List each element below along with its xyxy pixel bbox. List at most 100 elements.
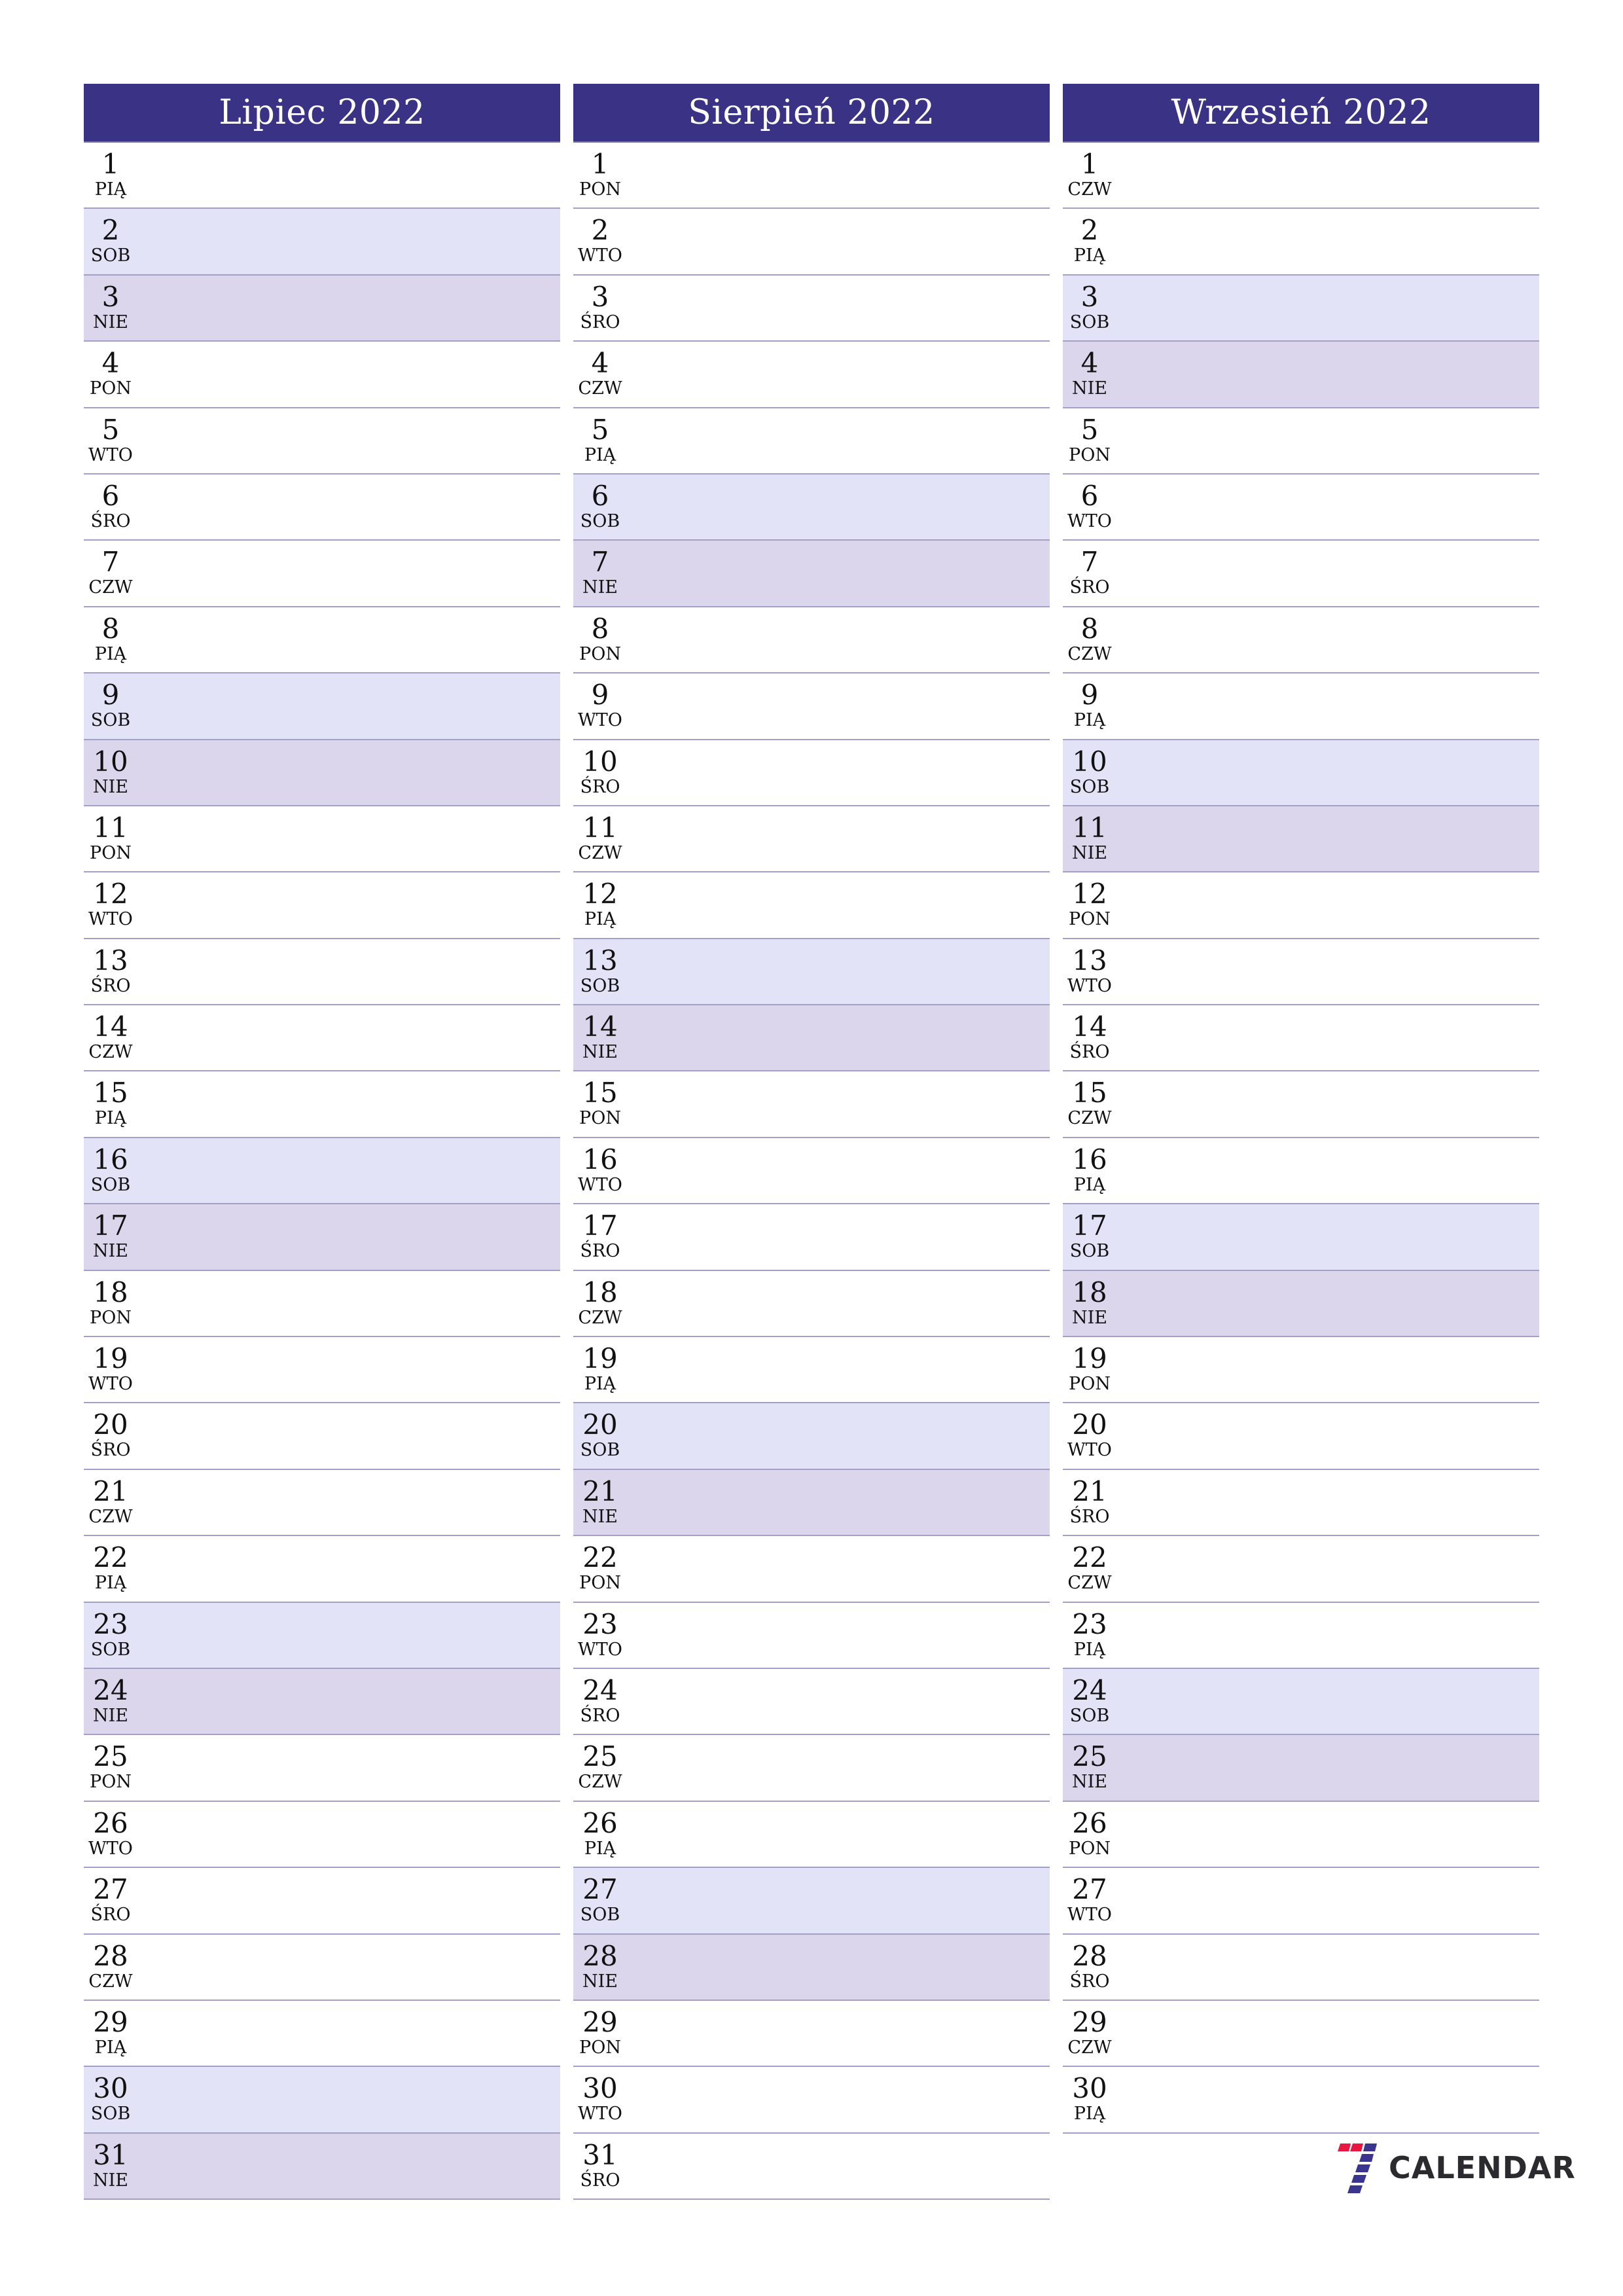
day-row[interactable]: 17 SOB <box>1063 1204 1539 1271</box>
day-row[interactable]: 5 PIĄ <box>573 408 1050 475</box>
day-row[interactable]: 12 PON <box>1063 872 1539 939</box>
day-row[interactable]: 15 CZW <box>1063 1071 1539 1138</box>
day-row[interactable]: 30 WTO <box>573 2067 1050 2134</box>
day-row[interactable]: 23 WTO <box>573 1602 1050 1669</box>
weekday-label: CZW <box>1067 1108 1112 1129</box>
day-row[interactable]: 10 SOB <box>1063 740 1539 806</box>
day-row[interactable]: 31 NIE <box>84 2133 560 2200</box>
day-row[interactable]: 2 SOB <box>84 209 560 276</box>
day-row[interactable]: 18 PON <box>84 1270 560 1338</box>
day-row[interactable]: 18 CZW <box>573 1270 1050 1338</box>
day-row[interactable]: 4 NIE <box>1063 342 1539 408</box>
day-row[interactable]: 5 WTO <box>84 408 560 475</box>
day-row[interactable]: 28 CZW <box>84 1934 560 2001</box>
day-row[interactable]: 15 PON <box>573 1071 1050 1138</box>
day-row[interactable]: 16 SOB <box>84 1138 560 1205</box>
day-row[interactable]: 20 ŚRO <box>84 1403 560 1470</box>
day-row[interactable]: 8 PIĄ <box>84 607 560 674</box>
day-row[interactable]: 26 PIĄ <box>573 1801 1050 1869</box>
day-row[interactable]: 1 PIĄ <box>84 143 560 209</box>
day-row[interactable]: 27 WTO <box>1063 1868 1539 1935</box>
day-row[interactable]: 19 PIĄ <box>573 1337 1050 1404</box>
day-row[interactable]: 11 PON <box>84 806 560 873</box>
day-row[interactable]: 13 ŚRO <box>84 939 560 1006</box>
day-row[interactable]: 23 PIĄ <box>1063 1602 1539 1669</box>
day-row[interactable]: 28 ŚRO <box>1063 1934 1539 2001</box>
day-row[interactable]: 27 SOB <box>573 1868 1050 1935</box>
day-row[interactable]: 12 PIĄ <box>573 872 1050 939</box>
day-row[interactable]: 3 NIE <box>84 275 560 342</box>
day-row[interactable]: 11 CZW <box>573 806 1050 873</box>
day-row[interactable]: 10 ŚRO <box>573 740 1050 806</box>
day-row[interactable]: 1 CZW <box>1063 143 1539 209</box>
day-row[interactable]: 14 NIE <box>573 1005 1050 1072</box>
day-row[interactable]: 20 SOB <box>573 1403 1050 1470</box>
day-number: 8 <box>101 612 120 645</box>
day-row[interactable]: 19 WTO <box>84 1337 560 1404</box>
day-row[interactable]: 8 CZW <box>1063 607 1539 674</box>
day-row[interactable]: 17 NIE <box>84 1204 560 1271</box>
day-row[interactable]: 3 SOB <box>1063 275 1539 342</box>
day-row[interactable]: 24 SOB <box>1063 1668 1539 1736</box>
day-row[interactable]: 24 ŚRO <box>573 1668 1050 1736</box>
day-row[interactable]: 29 CZW <box>1063 2000 1539 2068</box>
day-row[interactable]: 23 SOB <box>84 1602 560 1669</box>
weekday-label: CZW <box>88 1506 133 1527</box>
day-row[interactable]: 20 WTO <box>1063 1403 1539 1470</box>
day-row[interactable]: 2 WTO <box>573 209 1050 276</box>
day-row[interactable]: 26 PON <box>1063 1801 1539 1869</box>
day-row[interactable]: 30 SOB <box>84 2067 560 2134</box>
day-row[interactable]: 16 WTO <box>573 1138 1050 1205</box>
day-row[interactable]: 13 SOB <box>573 939 1050 1006</box>
day-row[interactable]: 11 NIE <box>1063 806 1539 873</box>
day-row[interactable]: 10 NIE <box>84 740 560 806</box>
day-cell: 23 WTO <box>573 1603 627 1660</box>
day-row[interactable]: 2 PIĄ <box>1063 209 1539 276</box>
day-row[interactable]: 9 PIĄ <box>1063 673 1539 740</box>
day-row[interactable]: 9 SOB <box>84 673 560 740</box>
day-row[interactable]: 25 CZW <box>573 1735 1050 1802</box>
day-row[interactable]: 21 ŚRO <box>1063 1469 1539 1537</box>
day-row[interactable]: 7 CZW <box>84 541 560 607</box>
day-row[interactable]: 21 NIE <box>573 1469 1050 1537</box>
day-row[interactable]: 6 WTO <box>1063 474 1539 541</box>
day-row[interactable]: 19 PON <box>1063 1337 1539 1404</box>
day-row[interactable]: 17 ŚRO <box>573 1204 1050 1271</box>
day-row[interactable]: 14 ŚRO <box>1063 1005 1539 1072</box>
day-row[interactable]: 24 NIE <box>84 1668 560 1736</box>
day-row[interactable]: 7 NIE <box>573 541 1050 607</box>
day-row[interactable]: 8 PON <box>573 607 1050 674</box>
day-row[interactable]: 4 PON <box>84 342 560 408</box>
day-row[interactable]: 22 PIĄ <box>84 1536 560 1603</box>
day-row[interactable]: 15 PIĄ <box>84 1071 560 1138</box>
day-row[interactable]: 16 PIĄ <box>1063 1138 1539 1205</box>
day-row[interactable]: 5 PON <box>1063 408 1539 475</box>
day-row[interactable]: 18 NIE <box>1063 1270 1539 1338</box>
month-column-july: Lipiec 2022 1 PIĄ 2 SOB 3 NIE 4 PON 5 WTO 6 ŚRO 7 CZW… <box>84 84 560 2200</box>
day-row[interactable]: 14 CZW <box>84 1005 560 1072</box>
day-row[interactable]: 21 CZW <box>84 1469 560 1537</box>
day-row[interactable]: 12 WTO <box>84 872 560 939</box>
day-row[interactable]: 29 PON <box>573 2000 1050 2068</box>
day-row[interactable]: 30 PIĄ <box>1063 2067 1539 2134</box>
day-row[interactable]: 26 WTO <box>84 1801 560 1869</box>
day-row[interactable]: 27 ŚRO <box>84 1868 560 1935</box>
day-row[interactable]: 3 ŚRO <box>573 275 1050 342</box>
day-row[interactable]: 29 PIĄ <box>84 2000 560 2068</box>
day-row[interactable]: 1 PON <box>573 143 1050 209</box>
day-row[interactable]: 6 SOB <box>573 474 1050 541</box>
day-row[interactable]: 31 ŚRO <box>573 2133 1050 2200</box>
day-row[interactable]: 25 PON <box>84 1735 560 1802</box>
day-row[interactable]: 7 ŚRO <box>1063 541 1539 607</box>
day-row[interactable]: 25 NIE <box>1063 1735 1539 1802</box>
day-row[interactable]: 4 CZW <box>573 342 1050 408</box>
day-row[interactable]: 9 WTO <box>573 673 1050 740</box>
day-row[interactable]: 22 CZW <box>1063 1536 1539 1603</box>
day-number: 10 <box>93 745 128 778</box>
day-row[interactable]: 28 NIE <box>573 1934 1050 2001</box>
weekday-label: PIĄ <box>1073 1639 1106 1660</box>
weekday-label: WTO <box>1067 511 1112 531</box>
day-row[interactable]: 6 ŚRO <box>84 474 560 541</box>
day-row[interactable]: 13 WTO <box>1063 939 1539 1006</box>
day-row[interactable]: 22 PON <box>573 1536 1050 1603</box>
